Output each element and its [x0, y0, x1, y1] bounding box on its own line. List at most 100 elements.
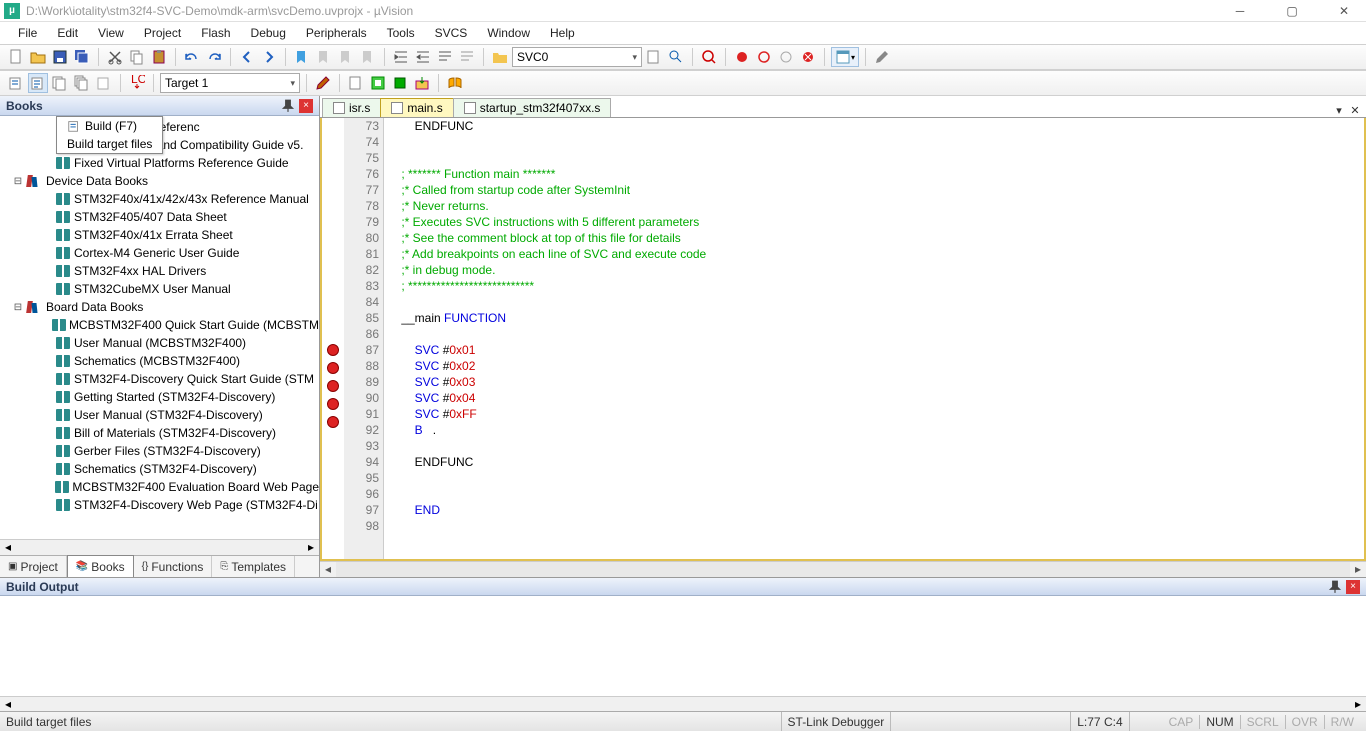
tree-item[interactable]: STM32F4-Discovery Quick Start Guide (STM: [0, 370, 319, 388]
debug-button[interactable]: [699, 47, 719, 67]
breakpoint-disable-button[interactable]: [776, 47, 796, 67]
tree-item[interactable]: MCBSTM32F400 Quick Start Guide (MCBSTM: [0, 316, 319, 334]
tree-item[interactable]: MCBSTM32F400 Evaluation Board Web Page: [0, 478, 319, 496]
uncomment-button[interactable]: [457, 47, 477, 67]
menu-tools[interactable]: Tools: [377, 24, 425, 42]
save-all-button[interactable]: [72, 47, 92, 67]
editor-nav-button[interactable]: ✕: [1348, 104, 1362, 117]
save-button[interactable]: [50, 47, 70, 67]
menu-file[interactable]: File: [8, 24, 47, 42]
panel-close-button[interactable]: ×: [299, 99, 313, 113]
open-file-button[interactable]: [28, 47, 48, 67]
menu-debug[interactable]: Debug: [241, 24, 296, 42]
tree-item[interactable]: STM32F40x/41x Errata Sheet: [0, 226, 319, 244]
nav-back-button[interactable]: [237, 47, 257, 67]
tree-hscroll[interactable]: ◂▸: [0, 539, 319, 555]
tree-item[interactable]: Fixed Virtual Platforms Reference Guide: [0, 154, 319, 172]
tree-item[interactable]: Schematics (MCBSTM32F400): [0, 352, 319, 370]
books-button[interactable]: [445, 73, 465, 93]
tree-group[interactable]: ⊟Device Data Books: [0, 172, 319, 190]
tree-item[interactable]: STM32CubeMX User Manual: [0, 280, 319, 298]
menu-edit[interactable]: Edit: [47, 24, 88, 42]
pin-icon[interactable]: [281, 99, 295, 113]
tree-item[interactable]: STM32F405/407 Data Sheet: [0, 208, 319, 226]
window-layout-button[interactable]: ▾: [831, 47, 859, 67]
build-button[interactable]: [28, 73, 48, 93]
bookmark-button[interactable]: [292, 47, 312, 67]
indent-button[interactable]: [391, 47, 411, 67]
build-output-body[interactable]: [0, 596, 1366, 696]
batch-build-button[interactable]: [72, 73, 92, 93]
build-hscroll[interactable]: ◂▸: [0, 696, 1366, 711]
menu-project[interactable]: Project: [134, 24, 191, 42]
search-combo[interactable]: SVC0 ▾: [512, 47, 642, 67]
breakpoint-marker[interactable]: [327, 344, 339, 356]
copy-button[interactable]: [127, 47, 147, 67]
tree-item[interactable]: STM32F4-Discovery Web Page (STM32F4-Di: [0, 496, 319, 514]
menu-view[interactable]: View: [88, 24, 134, 42]
breakpoint-marker[interactable]: [327, 398, 339, 410]
editor-tab[interactable]: startup_stm32f407xx.s: [453, 98, 612, 117]
menu-peripherals[interactable]: Peripherals: [296, 24, 377, 42]
panel-tab-functions[interactable]: {}Functions: [134, 556, 213, 577]
new-file-button[interactable]: [6, 47, 26, 67]
download-button[interactable]: LOAD: [127, 73, 147, 93]
books-tree[interactable]: Build (F7) Build target files and Warnin…: [0, 116, 319, 539]
editor-tab[interactable]: main.s: [380, 98, 453, 117]
tree-item[interactable]: User Manual (MCBSTM32F400): [0, 334, 319, 352]
tree-group[interactable]: ⊟Board Data Books: [0, 298, 319, 316]
stop-build-button[interactable]: [94, 73, 114, 93]
panel-tab-project[interactable]: ▣Project: [0, 556, 67, 577]
close-button[interactable]: ✕: [1326, 0, 1362, 22]
cut-button[interactable]: [105, 47, 125, 67]
tree-item[interactable]: STM32F40x/41x/42x/43x Reference Manual: [0, 190, 319, 208]
undo-button[interactable]: [182, 47, 202, 67]
tree-item[interactable]: Gerber Files (STM32F4-Discovery): [0, 442, 319, 460]
nav-forward-button[interactable]: [259, 47, 279, 67]
menu-window[interactable]: Window: [477, 24, 540, 42]
breakpoint-insert-button[interactable]: [732, 47, 752, 67]
breakpoint-marker[interactable]: [327, 362, 339, 374]
select-pack-button[interactable]: [390, 73, 410, 93]
tree-item[interactable]: Cortex-M4 Generic User Guide: [0, 244, 319, 262]
panel-tab-books[interactable]: 📚Books: [67, 555, 134, 577]
paste-button[interactable]: [149, 47, 169, 67]
tree-item[interactable]: Schematics (STM32F4-Discovery): [0, 460, 319, 478]
bookmark-prev-button[interactable]: [314, 47, 334, 67]
pin-icon[interactable]: [1328, 580, 1342, 594]
find-next-button[interactable]: [644, 47, 664, 67]
target-combo[interactable]: Target 1 ▾: [160, 73, 300, 93]
pack-installer-button[interactable]: [412, 73, 432, 93]
maximize-button[interactable]: ▢: [1274, 0, 1310, 22]
find-in-files-button[interactable]: [490, 47, 510, 67]
menu-svcs[interactable]: SVCS: [425, 24, 478, 42]
menu-help[interactable]: Help: [540, 24, 585, 42]
tree-item[interactable]: Getting Started (STM32F4-Discovery): [0, 388, 319, 406]
manage-rte-button[interactable]: [368, 73, 388, 93]
editor-tab[interactable]: isr.s: [322, 98, 381, 117]
minimize-button[interactable]: ─: [1222, 0, 1258, 22]
redo-button[interactable]: [204, 47, 224, 67]
breakpoint-marker[interactable]: [327, 416, 339, 428]
breakpoint-marker[interactable]: [327, 380, 339, 392]
build-close-button[interactable]: ×: [1346, 580, 1360, 594]
incremental-find-button[interactable]: [666, 47, 686, 67]
file-ext-button[interactable]: [346, 73, 366, 93]
rebuild-button[interactable]: [50, 73, 70, 93]
breakpoint-enable-button[interactable]: [754, 47, 774, 67]
breakpoint-gutter[interactable]: [322, 118, 344, 559]
breakpoint-kill-button[interactable]: [798, 47, 818, 67]
tree-item[interactable]: Bill of Materials (STM32F4-Discovery): [0, 424, 319, 442]
outdent-button[interactable]: [413, 47, 433, 67]
menu-flash[interactable]: Flash: [191, 24, 240, 42]
configure-button[interactable]: [872, 47, 892, 67]
tree-item[interactable]: STM32F4xx HAL Drivers: [0, 262, 319, 280]
editor-hscroll[interactable]: ◂▸: [320, 561, 1366, 577]
editor-nav-button[interactable]: ▾: [1332, 104, 1346, 117]
bookmark-clear-button[interactable]: [358, 47, 378, 67]
comment-button[interactable]: [435, 47, 455, 67]
translate-button[interactable]: [6, 73, 26, 93]
panel-tab-templates[interactable]: ⎘Templates: [212, 556, 295, 577]
tree-item[interactable]: User Manual (STM32F4-Discovery): [0, 406, 319, 424]
options-button[interactable]: [313, 73, 333, 93]
